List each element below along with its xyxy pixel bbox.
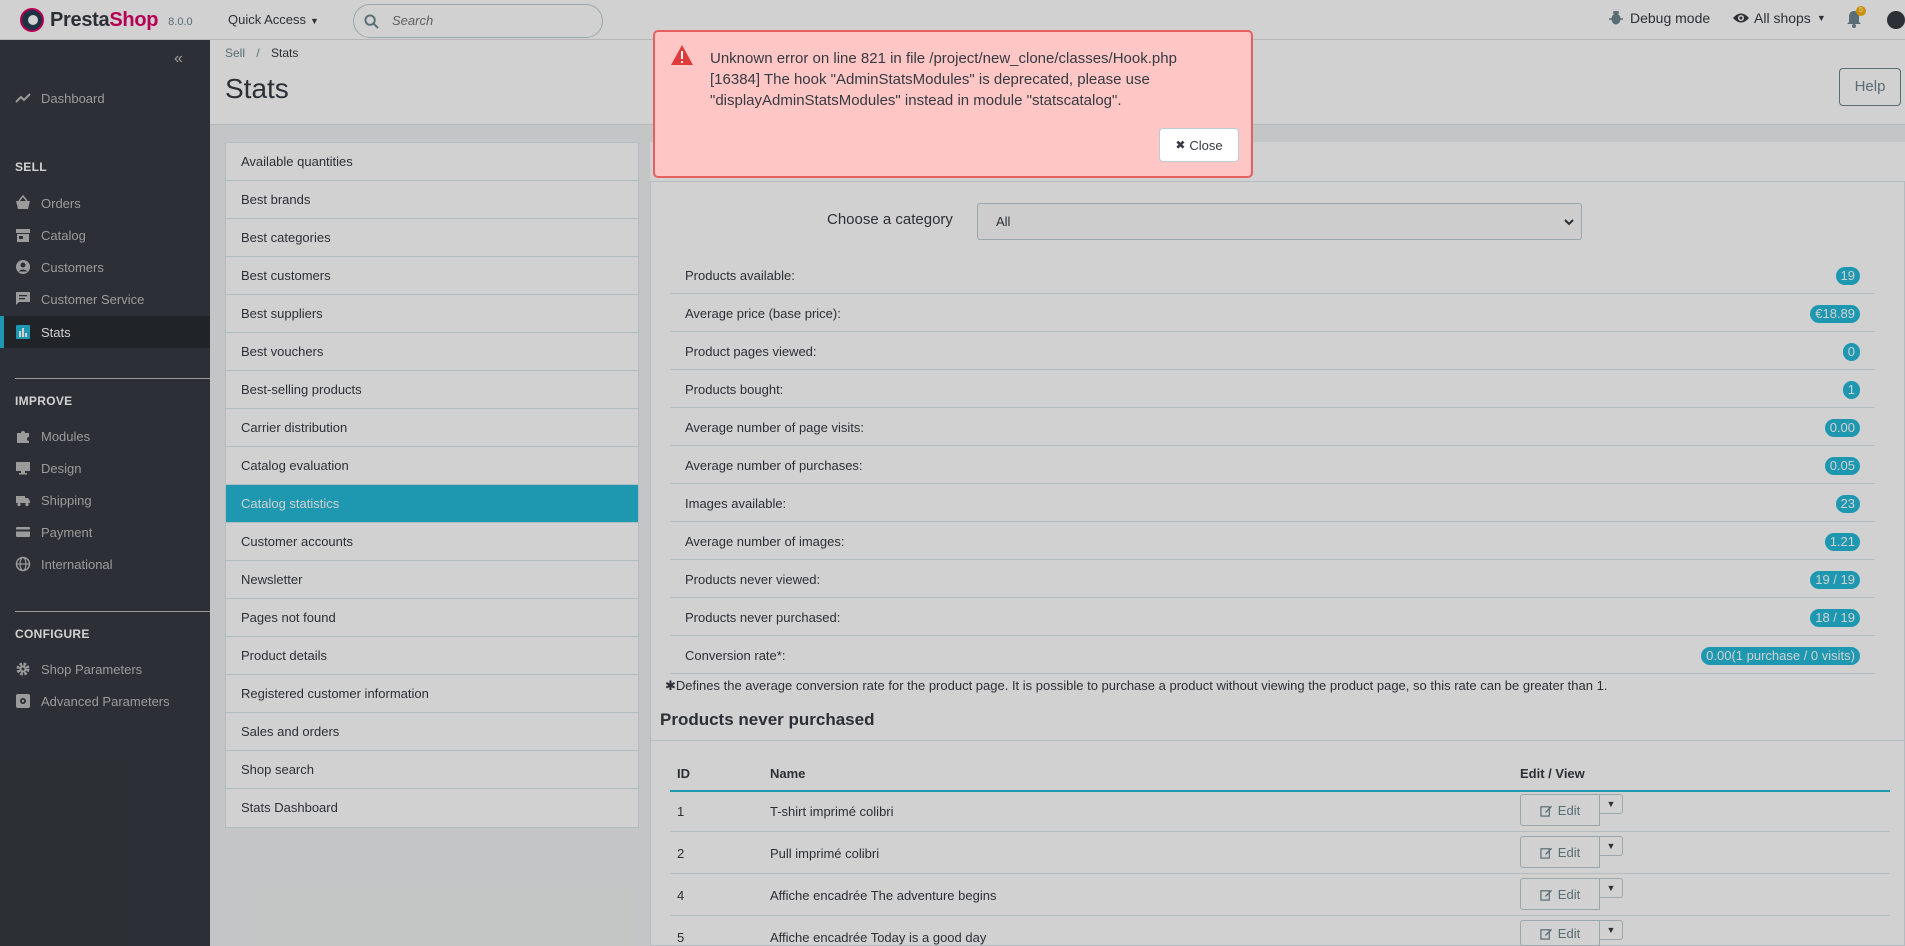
error-message-line: "displayAdminStatsModules" instead in mo…: [710, 92, 1122, 109]
error-message-line: Unknown error on line 821 in file /proje…: [710, 50, 1177, 67]
close-button[interactable]: ✖ Close: [1159, 128, 1239, 162]
warning-icon: [671, 45, 693, 65]
error-message: Unknown error on line 821 in file /proje…: [710, 48, 1230, 111]
close-button-label: Close: [1189, 137, 1223, 153]
close-icon: ✖: [1175, 138, 1186, 152]
error-message-line: [16384] The hook "AdminStatsModules" is …: [710, 71, 1150, 88]
error-alert-dialog: Unknown error on line 821 in file /proje…: [653, 30, 1253, 178]
